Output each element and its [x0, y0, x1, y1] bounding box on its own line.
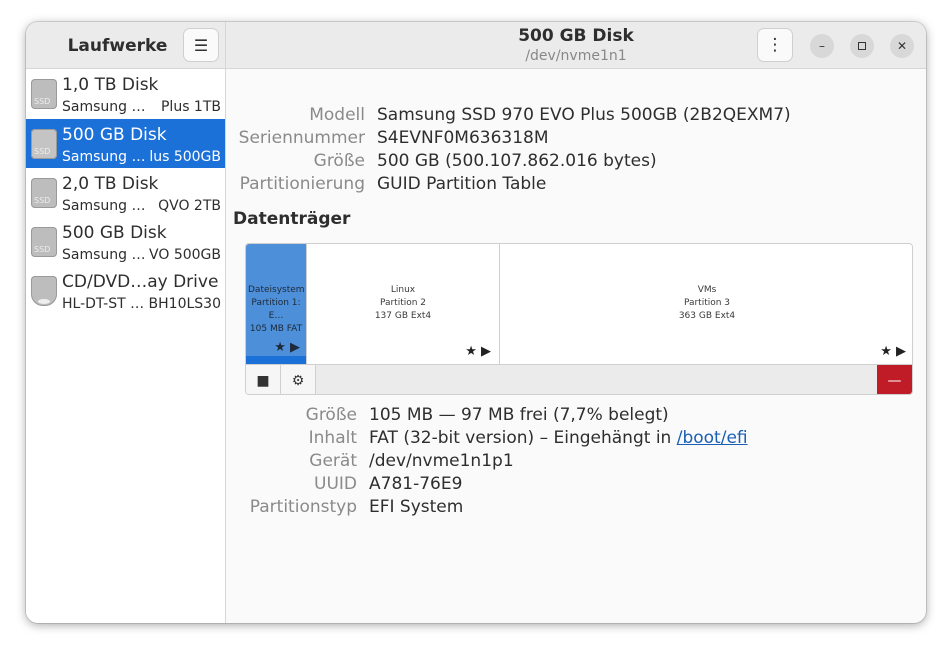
- drive-vendor: Samsung …: [62, 149, 146, 165]
- part-content-value: FAT (32-bit version) – Eingehängt in /bo…: [369, 428, 748, 448]
- selection-indicator: [246, 356, 306, 364]
- play-icon: ▶: [290, 340, 300, 355]
- star-icon: ★: [274, 340, 286, 355]
- partition-size: 105 MB FAT: [249, 324, 303, 334]
- play-icon: ▶: [481, 344, 491, 359]
- main-headerbar: 500 GB Disk /dev/nvme1n1 ⋮ – ✕: [226, 22, 926, 69]
- ssd-icon: SSD: [31, 178, 57, 208]
- star-icon: ★: [465, 344, 477, 359]
- part-uuid-label: UUID: [314, 474, 357, 494]
- gear-icon: ⚙: [291, 372, 305, 389]
- drive-item-2tb[interactable]: SSD 2,0 TB Disk Samsung … QVO 2TB: [26, 168, 225, 217]
- maximize-button[interactable]: [850, 34, 874, 58]
- model-value: Samsung SSD 970 EVO Plus 500GB (2B2QEXM7…: [377, 105, 791, 125]
- minimize-icon: –: [819, 39, 825, 53]
- size-value: 500 GB (500.107.862.016 bytes): [377, 151, 657, 171]
- partition-size: 363 GB Ext4: [678, 311, 736, 321]
- drive-model: BH10LS30: [148, 296, 221, 312]
- part-device-value: /dev/nvme1n1p1: [369, 451, 514, 471]
- kebab-menu-icon: ⋮: [766, 35, 784, 55]
- drive-name: 500 GB Disk: [62, 125, 167, 145]
- part-type-value: EFI System: [369, 497, 464, 517]
- drive-model: VO 500GB: [149, 247, 221, 263]
- size-label: Größe: [313, 151, 365, 171]
- drive-name: 1,0 TB Disk: [62, 75, 159, 95]
- drive-vendor: Samsung …: [62, 247, 146, 263]
- drive-model: Plus 1TB: [160, 99, 221, 115]
- unmount-button[interactable]: ■: [246, 365, 281, 394]
- drive-options-button[interactable]: ⋮: [758, 29, 792, 61]
- partition-label: Dateisystem: [248, 285, 305, 295]
- partition-options-button[interactable]: ⚙: [281, 365, 316, 394]
- part-content-label: Inhalt: [308, 428, 357, 448]
- part-device-label: Gerät: [309, 451, 357, 471]
- drive-name: 2,0 TB Disk: [62, 174, 159, 194]
- drive-item-1tb[interactable]: SSD 1,0 TB Disk Samsung … Plus 1TB: [26, 69, 225, 118]
- partition-1[interactable]: Dateisystem Partition 1: E… 105 MB FAT ★…: [246, 244, 306, 364]
- ssd-icon: SSD: [31, 227, 57, 257]
- part-type-label: Partitionstyp: [249, 497, 357, 517]
- play-icon: ▶: [896, 344, 906, 359]
- sidebar-title: Laufwerke: [67, 36, 168, 56]
- partition-2[interactable]: Linux Partition 2 137 GB Ext4 ★ ▶: [306, 244, 500, 364]
- main-menu-button[interactable]: ☰: [184, 29, 218, 61]
- partition-number: Partition 1: E…: [251, 298, 301, 321]
- close-button[interactable]: ✕: [890, 34, 914, 58]
- maximize-icon: [858, 42, 866, 50]
- drive-item-optical[interactable]: CD/DVD…ay Drive HL-DT-ST … BH10LS30: [26, 266, 225, 315]
- drive-list: SSD 1,0 TB Disk Samsung … Plus 1TB SSD 5…: [26, 69, 226, 623]
- partition-number: Partition 2: [379, 298, 427, 308]
- drive-model: QVO 2TB: [158, 198, 221, 214]
- mount-point-link[interactable]: /boot/efi: [677, 428, 748, 448]
- volumes-heading: Datenträger: [233, 209, 351, 229]
- stop-icon: ■: [256, 372, 270, 389]
- drive-vendor: HL-DT-ST …: [62, 296, 145, 312]
- close-icon: ✕: [896, 39, 908, 53]
- drive-item-500gb-qvo[interactable]: SSD 500 GB Disk Samsung … VO 500GB: [26, 217, 225, 266]
- part-size-value: 105 MB — 97 MB frei (7,7% belegt): [369, 405, 669, 425]
- ssd-icon: SSD: [31, 129, 57, 159]
- drive-name: CD/DVD…ay Drive: [62, 272, 219, 292]
- partition-label: VMs: [697, 285, 717, 295]
- disks-window: Laufwerke ☰ 500 GB Disk /dev/nvme1n1 ⋮ –…: [26, 22, 926, 623]
- volume-map: Dateisystem Partition 1: E… 105 MB FAT ★…: [245, 243, 913, 395]
- ssd-icon: SSD: [31, 79, 57, 109]
- drive-details: Modell Samsung SSD 970 EVO Plus 500GB (2…: [226, 69, 926, 623]
- optical-drive-icon: [31, 276, 57, 306]
- part-uuid-value: A781-76E9: [369, 474, 463, 494]
- serial-value: S4EVNF0M636318M: [377, 128, 549, 148]
- serial-label: Seriennummer: [238, 128, 365, 148]
- part-size-label: Größe: [305, 405, 357, 425]
- hamburger-icon: ☰: [193, 35, 209, 55]
- drive-vendor: Samsung …: [62, 99, 146, 115]
- sidebar-headerbar: Laufwerke ☰: [26, 22, 226, 69]
- partitioning-label: Partitionierung: [239, 174, 365, 194]
- partition-number: Partition 3: [683, 298, 731, 308]
- delete-partition-button[interactable]: —: [877, 365, 912, 394]
- drive-item-500gb-selected[interactable]: SSD 500 GB Disk Samsung … lus 500GB: [26, 119, 225, 168]
- volume-toolbar: ■ ⚙ —: [246, 364, 912, 394]
- partition-3[interactable]: VMs Partition 3 363 GB Ext4 ★ ▶: [500, 244, 912, 364]
- minimize-button[interactable]: –: [810, 34, 834, 58]
- partition-size: 137 GB Ext4: [374, 311, 432, 321]
- partitioning-value: GUID Partition Table: [377, 174, 547, 194]
- partition-label: Linux: [390, 285, 416, 295]
- drive-name: 500 GB Disk: [62, 223, 167, 243]
- star-icon: ★: [880, 344, 892, 359]
- model-label: Modell: [309, 105, 365, 125]
- drive-vendor: Samsung …: [62, 198, 146, 214]
- drive-model: lus 500GB: [149, 149, 221, 165]
- minus-icon: —: [887, 372, 902, 389]
